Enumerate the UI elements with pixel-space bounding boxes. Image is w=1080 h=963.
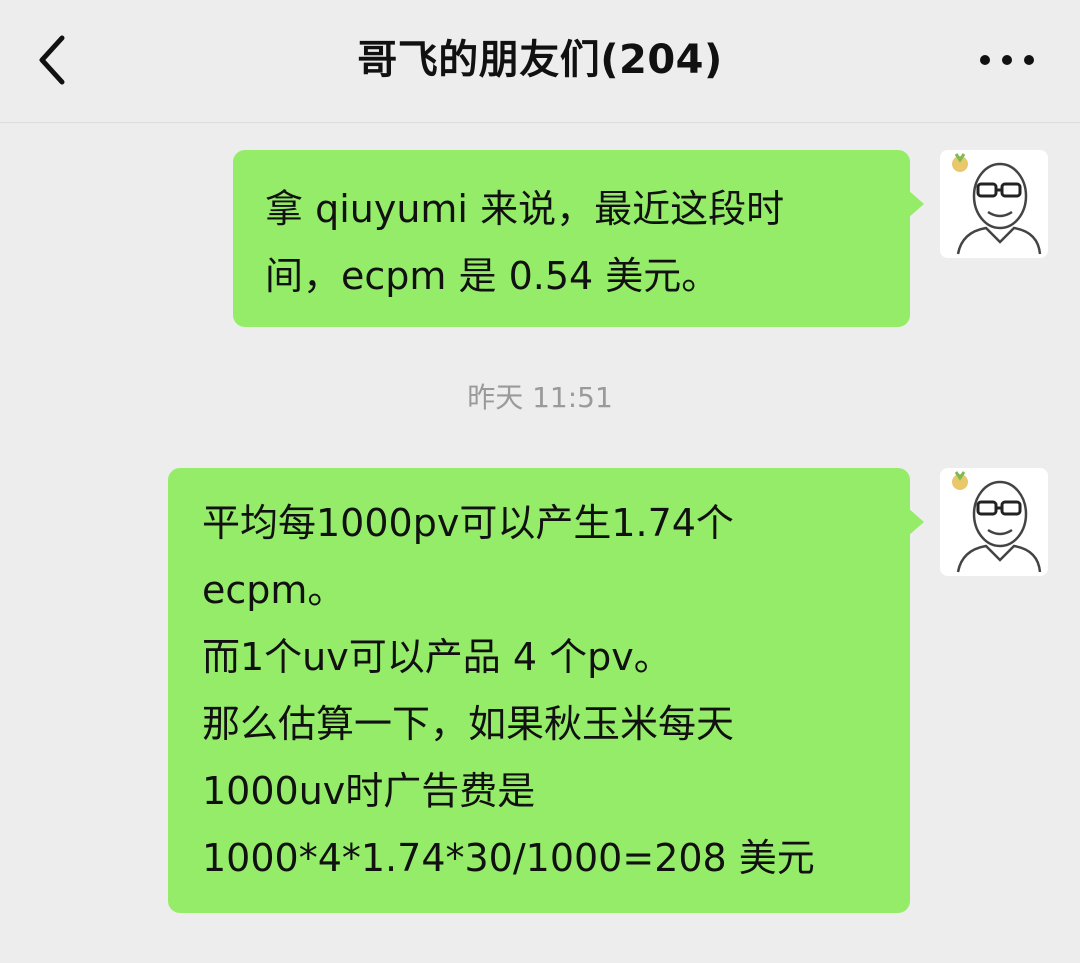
message-line: ecpm。 <box>202 568 346 612</box>
back-button[interactable] <box>28 28 84 92</box>
bubble-tail <box>908 190 924 218</box>
message-line: 平均每1000pv可以产生1.74个 <box>202 501 734 545</box>
avatar[interactable] <box>940 468 1048 576</box>
chevron-left-icon <box>39 35 65 85</box>
message-line: 间，ecpm 是 0.54 美元。 <box>265 254 720 298</box>
message-line: 1000uv时广告费是 <box>202 769 536 813</box>
message-bubble[interactable]: 平均每1000pv可以产生1.74个 ecpm。 而1个uv可以产品 4 个pv… <box>168 468 924 913</box>
avatar-portrait-icon <box>940 468 1048 576</box>
message-line: 那么估算一下，如果秋玉米每天 <box>202 702 735 746</box>
avatar[interactable] <box>940 150 1048 258</box>
message-timestamp: 昨天 11:51 <box>467 381 613 414</box>
message-bubble[interactable]: 拿 qiuyumi 来说，最近这段时 间，ecpm 是 0.54 美元。 <box>233 150 924 327</box>
message-line: 而1个uv可以产品 4 个pv。 <box>202 635 672 679</box>
message-line: 1000*4*1.74*30/1000=208 美元 <box>202 836 815 880</box>
more-dots-icon[interactable] <box>972 40 1042 80</box>
chat-header: 哥飞的朋友们(204) <box>0 0 1080 123</box>
message-line: 拿 qiuyumi 来说，最近这段时 <box>265 187 785 231</box>
avatar-portrait-icon <box>940 150 1048 258</box>
bubble-tail <box>908 508 924 536</box>
chat-title: 哥飞的朋友们(204) <box>357 37 723 83</box>
